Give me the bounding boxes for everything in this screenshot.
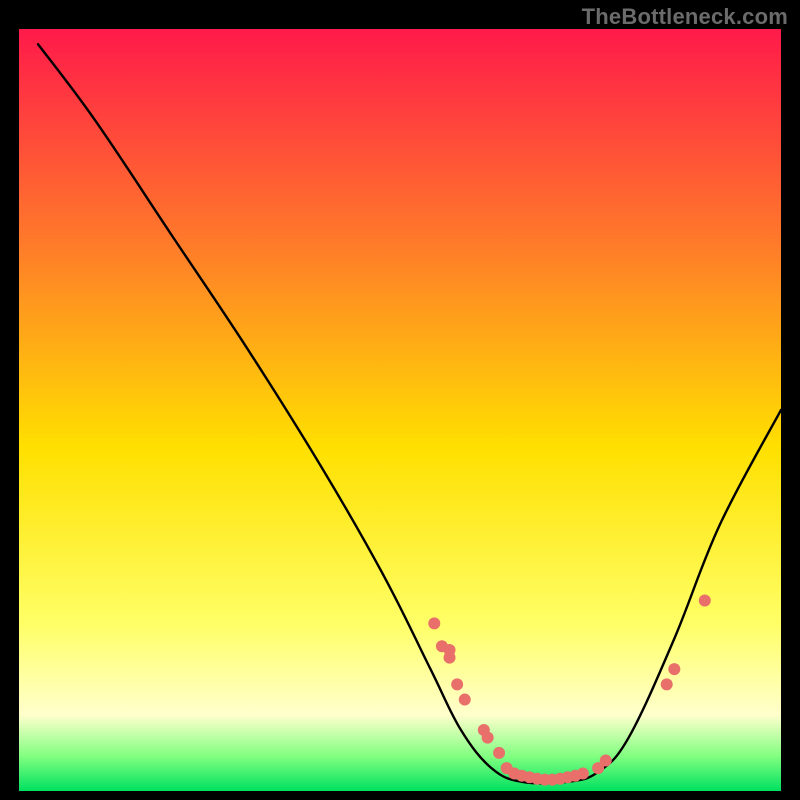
- chart-stage: TheBottleneck.com: [0, 0, 800, 800]
- data-point-marker: [661, 678, 673, 690]
- plot-area: [19, 29, 781, 791]
- data-point-marker: [459, 694, 471, 706]
- data-point-marker: [699, 595, 711, 607]
- data-point-marker: [482, 732, 494, 744]
- watermark-text: TheBottleneck.com: [582, 4, 788, 30]
- data-point-marker: [444, 644, 456, 656]
- data-point-marker: [668, 663, 680, 675]
- data-point-marker: [600, 755, 612, 767]
- data-point-marker: [577, 767, 589, 779]
- chart-svg: [19, 29, 781, 791]
- data-point-marker: [451, 678, 463, 690]
- gradient-background: [19, 29, 781, 791]
- data-point-marker: [493, 747, 505, 759]
- data-point-marker: [428, 617, 440, 629]
